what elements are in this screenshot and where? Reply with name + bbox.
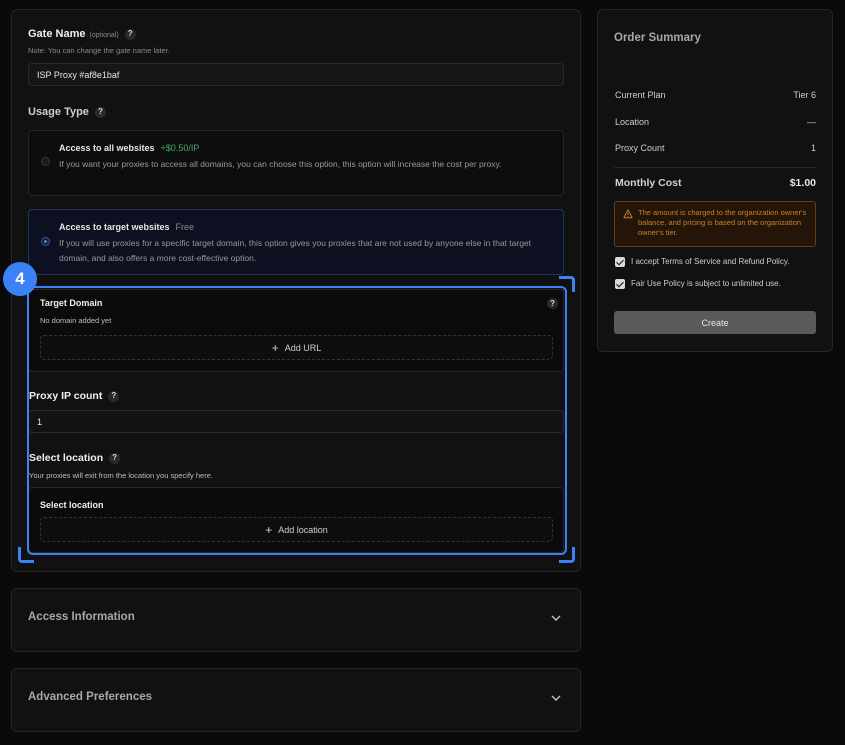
highlight-corner-tr (559, 276, 575, 292)
fair-use-label: Fair Use Policy is subject to unlimited … (631, 279, 781, 288)
summary-divider (614, 167, 816, 168)
summary-row-value: — (807, 117, 816, 127)
highlight-corner-bl (18, 547, 34, 563)
summary-monthly-cost: Monthly Cost $1.00 (615, 177, 816, 189)
help-icon[interactable]: ? (124, 28, 136, 40)
access-information-title: Access Information (28, 611, 135, 623)
help-icon[interactable]: ? (94, 106, 106, 118)
terms-checkbox[interactable] (615, 257, 625, 267)
price-tag: Free (175, 222, 195, 232)
step-highlight-frame (27, 286, 567, 555)
gate-name-label: Gate Name (optional)? (28, 28, 136, 40)
usage-type-label: Usage Type? (28, 106, 106, 118)
gate-name-input[interactable] (28, 63, 564, 86)
summary-row-location: Location — (615, 117, 816, 127)
monthly-cost-label: Monthly Cost (615, 177, 682, 189)
fair-use-checkbox[interactable] (615, 279, 625, 289)
billing-warning: The amount is charged to the organizatio… (614, 201, 816, 247)
price-tag: +$0.50/IP (160, 143, 200, 153)
create-button[interactable]: Create (614, 311, 816, 334)
advanced-preferences-title: Advanced Preferences (28, 691, 153, 703)
billing-warning-text: The amount is charged to the organizatio… (638, 208, 807, 237)
optional-tag: (optional) (89, 32, 119, 39)
summary-row-plan: Current Plan Tier 6 (615, 90, 816, 100)
summary-row-label: Current Plan (615, 90, 666, 100)
warning-icon (623, 209, 633, 219)
summary-row-proxy-count: Proxy Count 1 (615, 143, 816, 153)
terms-label: I accept Terms of Service and Refund Pol… (631, 257, 790, 266)
chevron-down-icon[interactable] (550, 692, 562, 704)
usage-option-all-radio[interactable] (41, 157, 50, 166)
order-summary-title: Order Summary (614, 32, 701, 44)
usage-option-target-radio[interactable] (41, 237, 50, 246)
step-number-badge: 4 (3, 262, 37, 296)
usage-option-all-desc: If you want your proxies to access all d… (59, 159, 502, 169)
usage-option-target-desc: If you will use proxies for a specific t… (59, 238, 532, 263)
summary-row-value: Tier 6 (793, 90, 816, 100)
chevron-down-icon[interactable] (550, 612, 562, 624)
summary-row-value: 1 (810, 143, 816, 153)
usage-option-target-title: Access to target websites Free (59, 222, 195, 232)
monthly-cost-value: $1.00 (789, 177, 816, 189)
summary-row-label: Proxy Count (615, 143, 665, 153)
summary-row-label: Location (615, 117, 650, 127)
gate-name-note: Note: You can change the gate name later… (28, 46, 170, 55)
highlight-corner-br (559, 547, 575, 563)
usage-option-all-title: Access to all websites +$0.50/IP (59, 143, 200, 153)
